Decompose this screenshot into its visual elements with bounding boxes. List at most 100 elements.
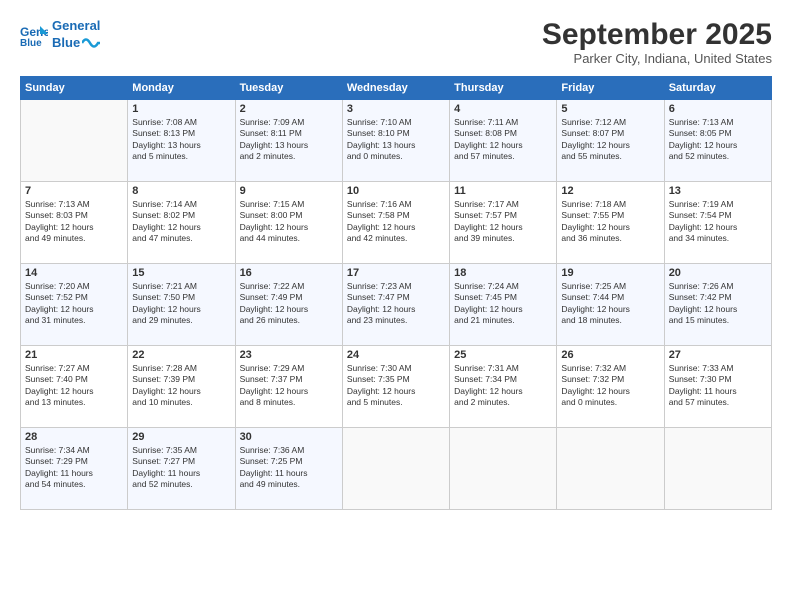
- day-number: 14: [25, 267, 123, 279]
- day-number: 4: [454, 103, 552, 115]
- day-cell: 22 Sunrise: 7:28 AMSunset: 7:39 PMDayligh…: [128, 346, 235, 428]
- day-number: 13: [669, 185, 767, 197]
- month-title: September 2025: [542, 18, 772, 51]
- day-number: 30: [240, 431, 338, 443]
- day-number: 20: [669, 267, 767, 279]
- day-number: 6: [669, 103, 767, 115]
- day-cell: 27 Sunrise: 7:33 AMSunset: 7:30 PMDayligh…: [664, 346, 771, 428]
- day-cell: 4 Sunrise: 7:11 AMSunset: 8:08 PMDaylight…: [450, 100, 557, 182]
- logo-general: General: [52, 18, 100, 35]
- week-row-3: 14 Sunrise: 7:20 AMSunset: 7:52 PMDayligh…: [21, 264, 772, 346]
- day-cell: 7 Sunrise: 7:13 AMSunset: 8:03 PMDaylight…: [21, 182, 128, 264]
- weekday-header-wednesday: Wednesday: [342, 77, 449, 100]
- day-info: Sunrise: 7:33 AMSunset: 7:30 PMDaylight:…: [669, 363, 737, 407]
- day-number: 15: [132, 267, 230, 279]
- day-number: 17: [347, 267, 445, 279]
- day-info: Sunrise: 7:13 AMSunset: 8:03 PMDaylight:…: [25, 199, 94, 243]
- svg-text:Blue: Blue: [20, 38, 42, 46]
- day-cell: 20 Sunrise: 7:26 AMSunset: 7:42 PMDayligh…: [664, 264, 771, 346]
- day-cell: 29Sunrise: 7:35 AMSunset: 7:27 PMDayligh…: [128, 428, 235, 510]
- day-number: 22: [132, 349, 230, 361]
- day-cell: 3 Sunrise: 7:10 AMSunset: 8:10 PMDaylight…: [342, 100, 449, 182]
- day-info: Sunrise: 7:29 AMSunset: 7:37 PMDaylight:…: [240, 363, 309, 407]
- day-cell: 10 Sunrise: 7:16 AMSunset: 7:58 PMDayligh…: [342, 182, 449, 264]
- day-number: 18: [454, 267, 552, 279]
- day-cell: 16 Sunrise: 7:22 AMSunset: 7:49 PMDayligh…: [235, 264, 342, 346]
- day-info: Sunrise: 7:36 AMSunset: 7:25 PMDaylight:…: [240, 445, 308, 489]
- day-cell: 30 Sunrise: 7:36 AMSunset: 7:25 PMDayligh…: [235, 428, 342, 510]
- calendar-table: SundayMondayTuesdayWednesdayThursdayFrid…: [20, 76, 772, 510]
- week-row-1: 1Sunrise: 7:08 AMSunset: 8:13 PMDaylight…: [21, 100, 772, 182]
- day-cell: 13 Sunrise: 7:19 AMSunset: 7:54 PMDayligh…: [664, 182, 771, 264]
- day-info: Sunrise: 7:20 AMSunset: 7:52 PMDaylight:…: [25, 281, 94, 325]
- day-number: 9: [240, 185, 338, 197]
- day-cell: [21, 100, 128, 182]
- day-info: Sunrise: 7:34 AMSunset: 7:29 PMDaylight:…: [25, 445, 93, 489]
- location: Parker City, Indiana, United States: [542, 51, 772, 66]
- day-number: 7: [25, 185, 123, 197]
- logo-wave-icon: [82, 36, 100, 50]
- logo-icon: General Blue: [20, 24, 48, 46]
- weekday-header-saturday: Saturday: [664, 77, 771, 100]
- day-info: Sunrise: 7:09 AMSunset: 8:11 PMDaylight:…: [240, 117, 309, 161]
- day-info: Sunrise: 7:26 AMSunset: 7:42 PMDaylight:…: [669, 281, 738, 325]
- day-info: Sunrise: 7:13 AMSunset: 8:05 PMDaylight:…: [669, 117, 738, 161]
- day-info: Sunrise: 7:19 AMSunset: 7:54 PMDaylight:…: [669, 199, 738, 243]
- day-cell: 17 Sunrise: 7:23 AMSunset: 7:47 PMDayligh…: [342, 264, 449, 346]
- day-cell: [342, 428, 449, 510]
- day-info: Sunrise: 7:25 AMSunset: 7:44 PMDaylight:…: [561, 281, 630, 325]
- calendar-page: General Blue General Blue September 2025…: [0, 0, 792, 612]
- week-row-4: 21 Sunrise: 7:27 AMSunset: 7:40 PMDayligh…: [21, 346, 772, 428]
- day-cell: 6 Sunrise: 7:13 AMSunset: 8:05 PMDaylight…: [664, 100, 771, 182]
- day-info: Sunrise: 7:14 AMSunset: 8:02 PMDaylight:…: [132, 199, 201, 243]
- day-number: 24: [347, 349, 445, 361]
- day-number: 27: [669, 349, 767, 361]
- day-number: 19: [561, 267, 659, 279]
- weekday-header-row: SundayMondayTuesdayWednesdayThursdayFrid…: [21, 77, 772, 100]
- day-info: Sunrise: 7:11 AMSunset: 8:08 PMDaylight:…: [454, 117, 523, 161]
- day-info: Sunrise: 7:24 AMSunset: 7:45 PMDaylight:…: [454, 281, 523, 325]
- day-cell: 2 Sunrise: 7:09 AMSunset: 8:11 PMDaylight…: [235, 100, 342, 182]
- day-number: 1: [132, 103, 230, 115]
- title-block: September 2025 Parker City, Indiana, Uni…: [542, 18, 772, 66]
- day-number: 28: [25, 431, 123, 443]
- day-info: Sunrise: 7:28 AMSunset: 7:39 PMDaylight:…: [132, 363, 201, 407]
- day-cell: [664, 428, 771, 510]
- day-cell: 23Sunrise: 7:29 AMSunset: 7:37 PMDayligh…: [235, 346, 342, 428]
- day-info: Sunrise: 7:21 AMSunset: 7:50 PMDaylight:…: [132, 281, 201, 325]
- day-cell: [557, 428, 664, 510]
- day-info: Sunrise: 7:27 AMSunset: 7:40 PMDaylight:…: [25, 363, 94, 407]
- day-number: 21: [25, 349, 123, 361]
- weekday-header-friday: Friday: [557, 77, 664, 100]
- day-info: Sunrise: 7:23 AMSunset: 7:47 PMDaylight:…: [347, 281, 416, 325]
- day-info: Sunrise: 7:18 AMSunset: 7:55 PMDaylight:…: [561, 199, 630, 243]
- day-info: Sunrise: 7:12 AMSunset: 8:07 PMDaylight:…: [561, 117, 630, 161]
- day-info: Sunrise: 7:16 AMSunset: 7:58 PMDaylight:…: [347, 199, 416, 243]
- weekday-header-tuesday: Tuesday: [235, 77, 342, 100]
- day-cell: 15 Sunrise: 7:21 AMSunset: 7:50 PMDayligh…: [128, 264, 235, 346]
- day-cell: 18 Sunrise: 7:24 AMSunset: 7:45 PMDayligh…: [450, 264, 557, 346]
- day-cell: 9Sunrise: 7:15 AMSunset: 8:00 PMDaylight…: [235, 182, 342, 264]
- day-number: 16: [240, 267, 338, 279]
- week-row-2: 7 Sunrise: 7:13 AMSunset: 8:03 PMDaylight…: [21, 182, 772, 264]
- day-cell: 8 Sunrise: 7:14 AMSunset: 8:02 PMDaylight…: [128, 182, 235, 264]
- day-number: 10: [347, 185, 445, 197]
- day-cell: 19 Sunrise: 7:25 AMSunset: 7:44 PMDayligh…: [557, 264, 664, 346]
- header: General Blue General Blue September 2025…: [20, 18, 772, 66]
- day-number: 8: [132, 185, 230, 197]
- day-cell: 26Sunrise: 7:32 AMSunset: 7:32 PMDayligh…: [557, 346, 664, 428]
- day-info: Sunrise: 7:32 AMSunset: 7:32 PMDaylight:…: [561, 363, 630, 407]
- day-cell: 21 Sunrise: 7:27 AMSunset: 7:40 PMDayligh…: [21, 346, 128, 428]
- day-cell: 24Sunrise: 7:30 AMSunset: 7:35 PMDayligh…: [342, 346, 449, 428]
- day-info: Sunrise: 7:17 AMSunset: 7:57 PMDaylight:…: [454, 199, 523, 243]
- day-number: 3: [347, 103, 445, 115]
- week-row-5: 28 Sunrise: 7:34 AMSunset: 7:29 PMDayligh…: [21, 428, 772, 510]
- day-info: Sunrise: 7:10 AMSunset: 8:10 PMDaylight:…: [347, 117, 416, 161]
- day-cell: 25Sunrise: 7:31 AMSunset: 7:34 PMDayligh…: [450, 346, 557, 428]
- day-cell: [450, 428, 557, 510]
- day-info: Sunrise: 7:22 AMSunset: 7:49 PMDaylight:…: [240, 281, 309, 325]
- day-number: 2: [240, 103, 338, 115]
- weekday-header-monday: Monday: [128, 77, 235, 100]
- day-info: Sunrise: 7:35 AMSunset: 7:27 PMDaylight:…: [132, 445, 200, 489]
- day-cell: 1Sunrise: 7:08 AMSunset: 8:13 PMDaylight…: [128, 100, 235, 182]
